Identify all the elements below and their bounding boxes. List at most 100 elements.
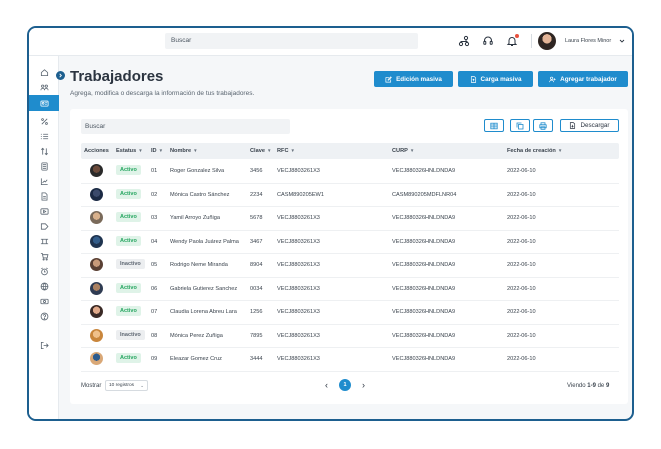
edit-icon <box>385 75 392 82</box>
page-size-value: 10 registros <box>109 383 135 388</box>
sidebar-item-payments[interactable] <box>29 295 59 307</box>
page-subtitle: Agrega, modifica o descarga la informaci… <box>70 90 255 97</box>
table-row[interactable]: Activo 02 Mónica Castro Sánchez 2234 CASM890… <box>81 184 619 207</box>
sidebar-item-cart[interactable] <box>29 250 59 262</box>
status-badge: Activo <box>116 212 141 222</box>
download-label: Descargar <box>580 122 610 129</box>
cell-clave: 3444 <box>250 356 263 362</box>
cell-clave: 7895 <box>250 332 263 339</box>
column-header-label: Fecha de creación <box>507 148 556 154</box>
bulk-edit-label: Edición masiva <box>396 75 442 83</box>
divider <box>531 34 532 48</box>
table-row[interactable]: Activo 04 Wendy Paola Juárez Palma 3467 VECJ… <box>81 231 619 254</box>
sidebar-item-media[interactable] <box>29 205 59 217</box>
worker-avatar[interactable] <box>90 281 103 295</box>
notifications-bell-icon[interactable] <box>505 34 519 48</box>
user-avatar[interactable] <box>538 32 556 50</box>
cell-date: 2022-06-10 <box>507 191 536 198</box>
cell-id: 08 <box>151 332 158 339</box>
sidebar-item-logout[interactable] <box>29 339 59 351</box>
table-search-input[interactable]: Buscar <box>81 119 290 134</box>
cell-date: 2022-06-10 <box>507 285 536 292</box>
user-name[interactable]: Laura Flores Minor <box>565 38 611 44</box>
cell-name: Rodrigo Neme Miranda <box>170 262 228 268</box>
hierarchy-icon <box>40 238 48 244</box>
viewing-of: de <box>597 383 605 389</box>
columns-icon <box>490 122 498 129</box>
chevron-down-icon[interactable] <box>618 37 626 45</box>
column-header-id[interactable]: ID ▼ <box>151 148 163 154</box>
table-row[interactable]: Inactivo 08 Mónica Perez Zuñiga 7895 VECJ880… <box>81 325 619 348</box>
cell-name: Gabriela Gutierez Sanchez <box>170 285 238 292</box>
table-header: Acciones Estatus ▼ ID ▼ Nombre ▼ Clave ▼ RFC… <box>81 143 619 159</box>
column-header-clave[interactable]: Clave ▼ <box>250 148 271 154</box>
column-header-status[interactable]: Estatus ▼ <box>116 148 143 154</box>
sidebar-collapse-button[interactable] <box>56 71 65 80</box>
chart-line-icon <box>40 177 48 185</box>
cell-clave: 5678 <box>250 215 263 221</box>
page-title: Trabajadores <box>70 68 164 85</box>
copy-button[interactable] <box>510 119 530 132</box>
table-row[interactable]: Activo 09 Eleazar Gomez Cruz 3444 VECJ880326… <box>81 348 619 372</box>
sidebar-item-reports[interactable] <box>29 175 59 187</box>
sidebar-item-global[interactable] <box>29 280 59 292</box>
column-header-rfc[interactable]: RFC ▼ <box>277 148 295 154</box>
sidebar-item-hierarchy[interactable] <box>29 235 59 247</box>
cell-rfc: VECJ8803261X3 <box>277 285 320 292</box>
sidebar-item-home[interactable] <box>29 66 59 78</box>
columns-button[interactable] <box>484 119 504 132</box>
download-file-icon <box>570 122 576 129</box>
table-row[interactable]: Inactivo 05 Rodrigo Neme Miranda 8904 VECJ88… <box>81 254 619 278</box>
cell-id: 03 <box>151 215 158 221</box>
worker-avatar[interactable] <box>90 328 103 342</box>
viewing-range: 1-9 <box>587 383 596 389</box>
column-header-name[interactable]: Nombre ▼ <box>170 148 198 154</box>
column-header-date[interactable]: Fecha de creación ▼ <box>507 148 562 154</box>
support-headset-icon[interactable] <box>481 34 495 48</box>
worker-avatar[interactable] <box>90 352 103 365</box>
cell-curp: VECJ880326HNLDNDA9 <box>392 356 456 362</box>
sort-caret-icon: ▼ <box>557 148 563 153</box>
table-row[interactable]: Activo 03 Yamil Arroyo Zuñiga 5678 VECJ88032… <box>81 207 619 231</box>
add-worker-label: Agregar trabajador <box>560 75 617 83</box>
cart-icon <box>40 252 48 261</box>
add-worker-button[interactable]: Agregar trabajador <box>538 71 628 87</box>
worker-avatar[interactable] <box>90 211 103 224</box>
bulk-edit-button[interactable]: Edición masiva <box>374 71 453 87</box>
column-header-curp[interactable]: CURP ▼ <box>392 148 414 154</box>
sidebar-item-tags[interactable] <box>29 220 59 232</box>
page-size-select[interactable]: 10 registros ⌄ <box>105 380 148 391</box>
sidebar-item-alarm[interactable] <box>29 265 59 277</box>
sidebar-item-calculator[interactable] <box>29 160 59 172</box>
team-icon <box>39 84 49 90</box>
worker-avatar[interactable] <box>90 187 103 201</box>
bulk-upload-button[interactable]: Carga masiva <box>458 71 533 87</box>
global-search-input[interactable]: Buscar <box>165 33 418 49</box>
cell-curp: VECJ880326HNLDNDA9 <box>392 238 456 245</box>
cash-icon <box>39 298 49 304</box>
sidebar-item-team[interactable] <box>29 81 59 93</box>
download-button[interactable]: Descargar <box>560 119 619 132</box>
next-page-button[interactable]: › <box>362 380 365 390</box>
sidebar <box>29 56 59 419</box>
page-number-button[interactable]: 1 <box>339 379 351 391</box>
sidebar-item-percent[interactable] <box>29 115 59 127</box>
worker-avatar[interactable] <box>90 234 103 248</box>
sidebar-item-list[interactable] <box>29 130 59 142</box>
previous-page-button[interactable]: ‹ <box>325 380 328 390</box>
sidebar-item-help[interactable] <box>29 310 59 322</box>
org-chart-icon[interactable] <box>457 34 471 48</box>
sidebar-item-workers[interactable] <box>29 95 59 111</box>
table-row[interactable]: Activo 01 Roger Gonzalez Silva 3456 VECJ8803… <box>81 160 619 184</box>
table-row[interactable]: Activo 06 Gabriela Gutierez Sanchez 0034 VEC… <box>81 278 619 301</box>
worker-avatar[interactable] <box>90 258 103 271</box>
sidebar-item-documents[interactable] <box>29 190 59 202</box>
worker-avatar[interactable] <box>90 164 103 177</box>
sidebar-item-transfers[interactable] <box>29 145 59 157</box>
cell-clave: 1256 <box>250 309 263 315</box>
table-row[interactable]: Activo 07 Claudia Lorena Abreu Lara 1256 VEC… <box>81 301 619 325</box>
records-count: Viendo 1-9 de 9 <box>567 383 609 389</box>
print-button[interactable] <box>533 119 553 132</box>
worker-avatar[interactable] <box>90 305 103 318</box>
viewing-total: 9 <box>605 383 610 389</box>
